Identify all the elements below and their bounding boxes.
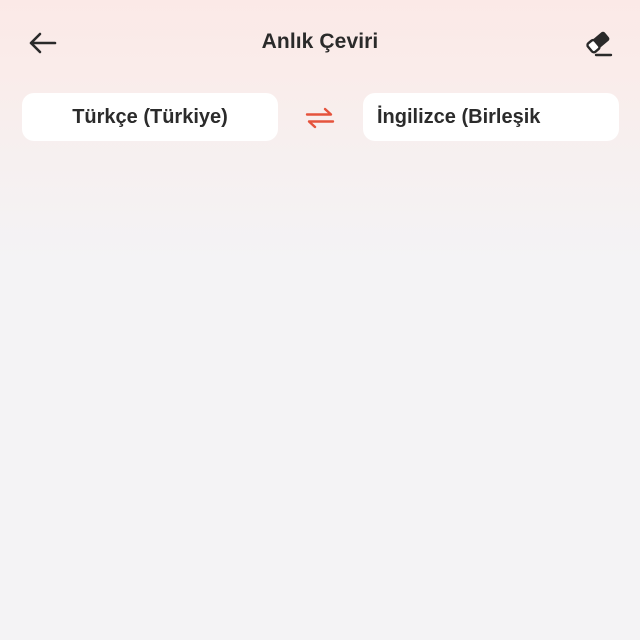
swap-arrows-icon [305,107,335,129]
page-title: Anlık Çeviri [261,30,379,53]
clear-button[interactable] [578,26,618,60]
top-bar: Anlık Çeviri [0,0,640,88]
swap-languages-button[interactable] [298,103,342,133]
language-selector-row: Türkçe (Türkiye) İngilizce (Birleşik [0,93,640,143]
source-language-selector[interactable]: Türkçe (Türkiye) [22,93,278,141]
target-language-selector[interactable]: İngilizce (Birleşik [363,93,619,141]
eraser-icon [586,31,613,57]
target-language-label: İngilizce (Birleşik [377,105,541,128]
source-language-label: Türkçe (Türkiye) [72,105,228,128]
